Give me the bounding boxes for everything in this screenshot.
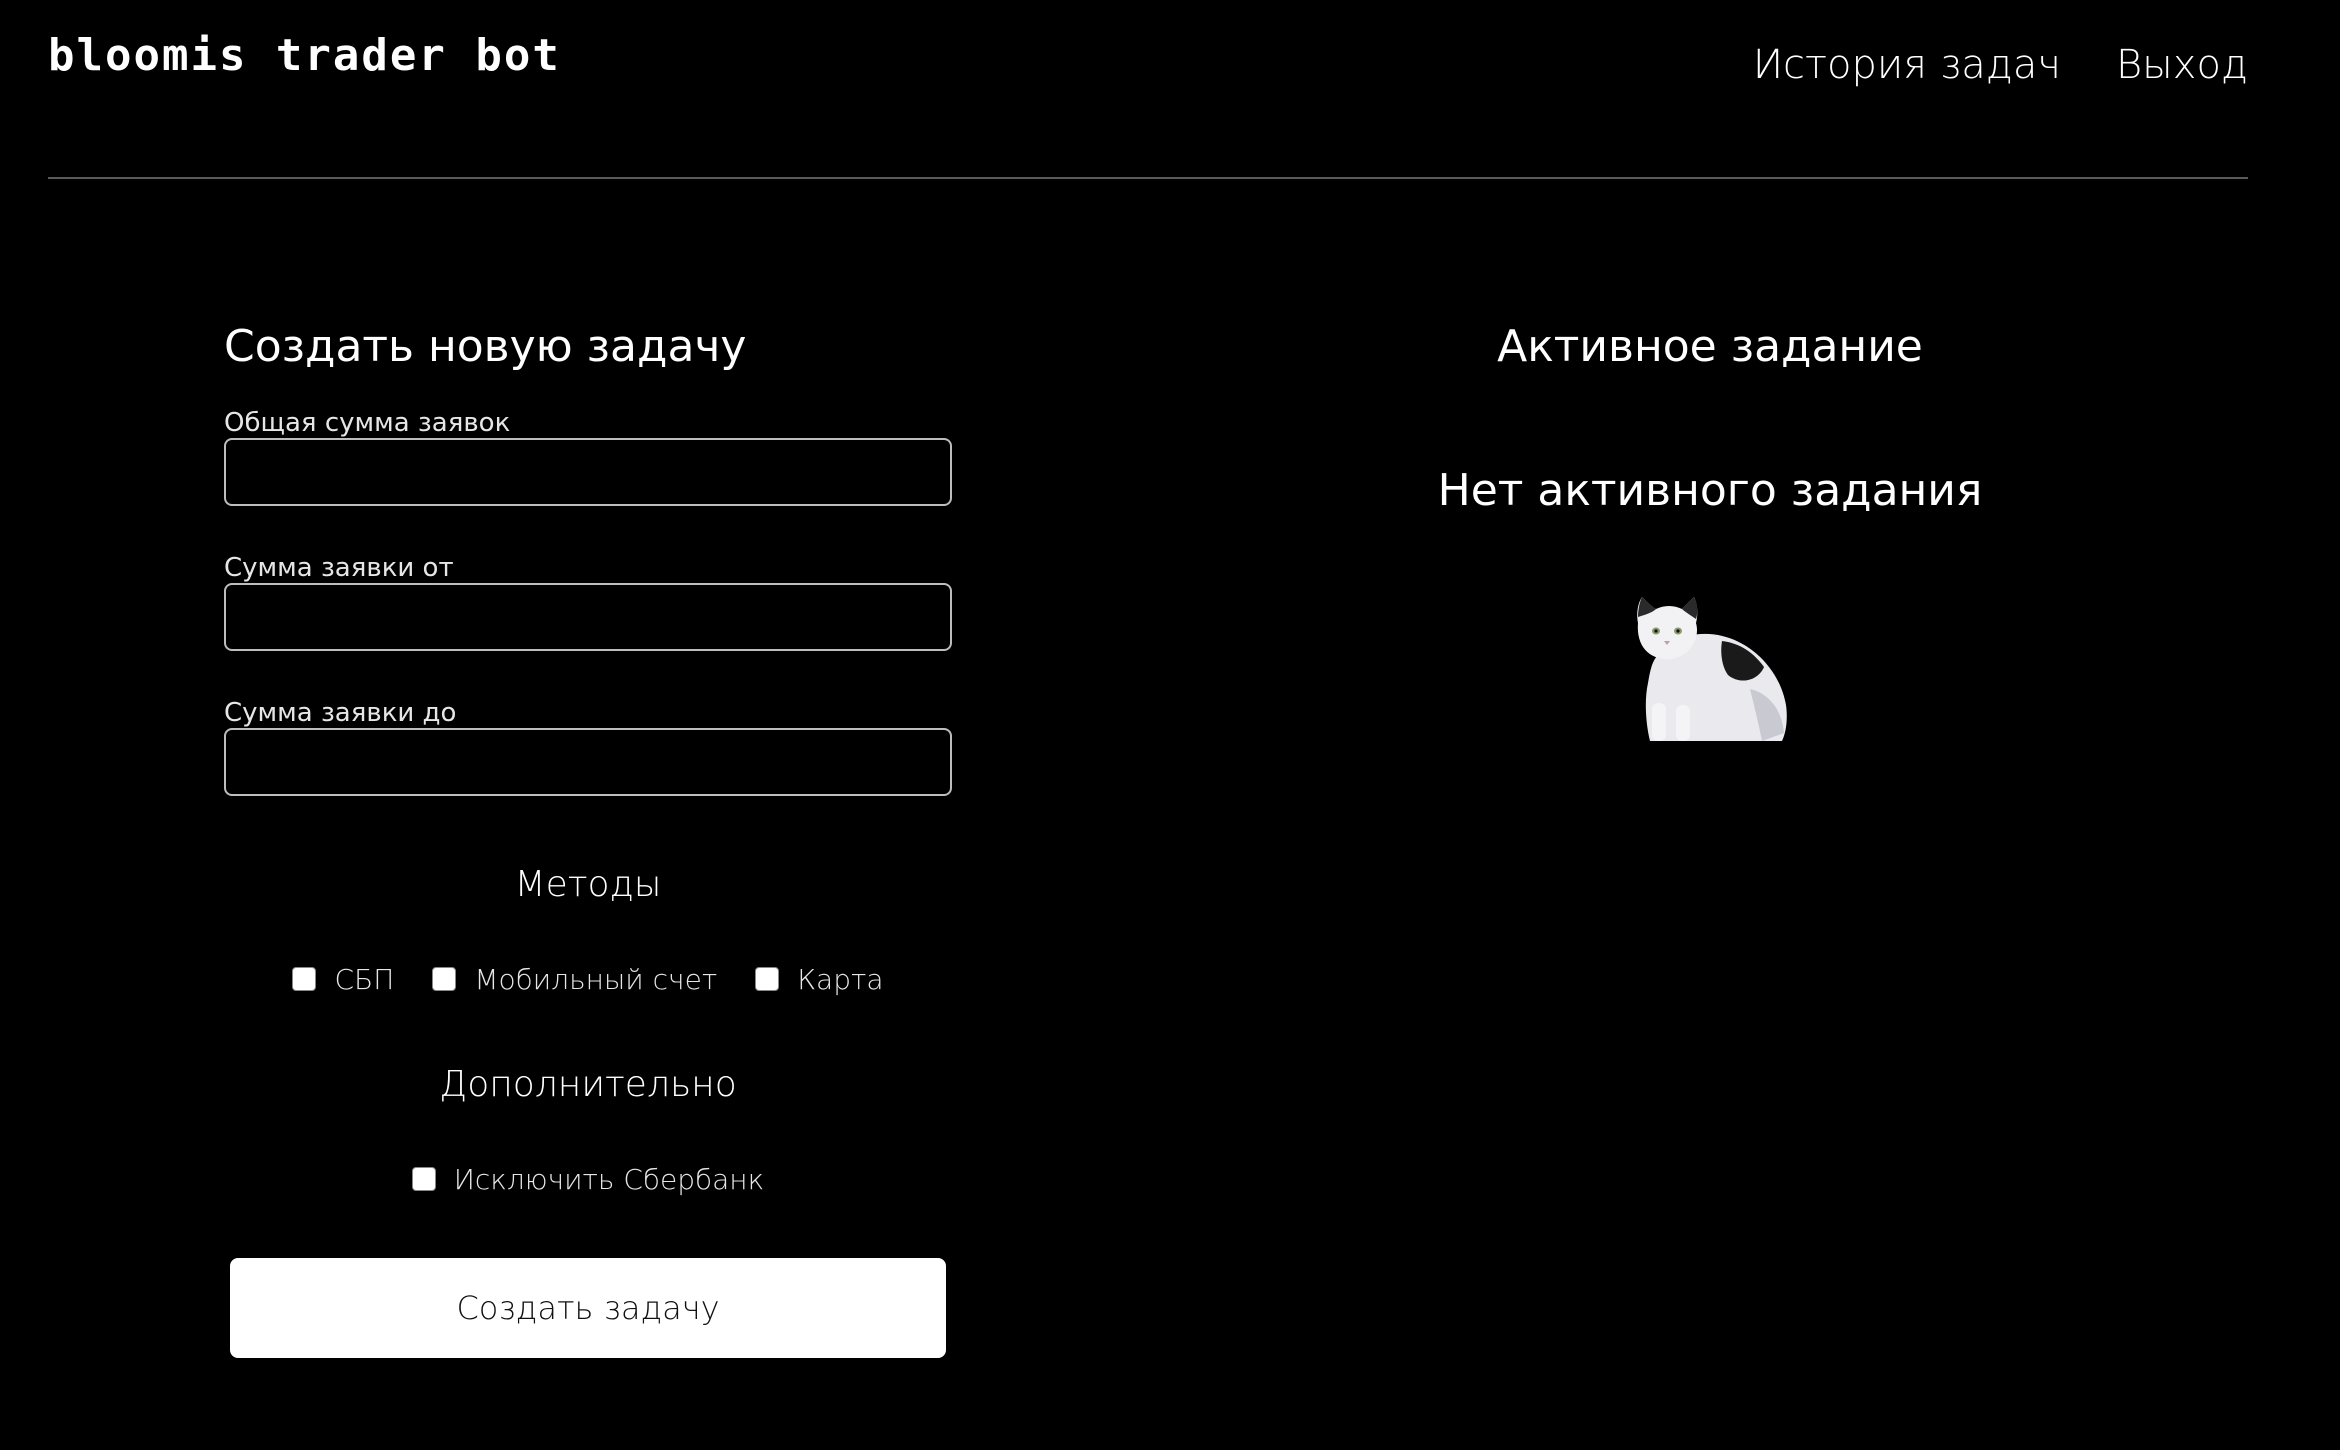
- exclude-sber-label: Исключить Сбербанк: [453, 1162, 765, 1196]
- methods-checkbox-group: СБП Мобильный счет Карта: [224, 954, 952, 1004]
- active-task-title: Активное задание: [1497, 321, 1923, 372]
- total-amount-field: Общая сумма заявок: [224, 408, 952, 506]
- top-nav: История задач Выход: [1753, 42, 2248, 88]
- exclude-sber-checkbox[interactable]: [411, 1167, 436, 1191]
- cat-image: [1637, 597, 1787, 741]
- exclude-sber-option[interactable]: Исключить Сбербанк: [411, 1162, 765, 1196]
- min-amount-field: Сумма заявки от: [224, 553, 952, 651]
- method-mobile-checkbox[interactable]: [432, 967, 457, 991]
- method-card-option[interactable]: Карта: [755, 962, 884, 996]
- min-amount-input[interactable]: [224, 583, 952, 651]
- method-card-label: Карта: [797, 962, 884, 996]
- min-amount-label: Сумма заявки от: [224, 553, 454, 583]
- app-logo: bloomis trader bot: [48, 30, 561, 81]
- header: bloomis trader bot История задач Выход: [48, 0, 2248, 179]
- active-task-panel: Активное задание Нет активного задания: [1320, 315, 2100, 741]
- nav-history-link[interactable]: История задач: [1753, 42, 2061, 88]
- create-task-form: Создать новую задачу Общая сумма заявок …: [224, 315, 952, 1358]
- method-sbp-checkbox[interactable]: [292, 967, 317, 991]
- form-title: Создать новую задачу: [224, 321, 747, 372]
- max-amount-label: Сумма заявки до: [224, 698, 457, 728]
- extra-checkbox-group: Исключить Сбербанк: [224, 1154, 952, 1204]
- create-task-button[interactable]: Создать задачу: [230, 1258, 946, 1358]
- total-amount-label: Общая сумма заявок: [224, 408, 511, 438]
- method-sbp-label: СБП: [334, 962, 395, 996]
- method-sbp-option[interactable]: СБП: [292, 963, 394, 996]
- max-amount-field: Сумма заявки до: [224, 698, 952, 796]
- max-amount-input[interactable]: [224, 728, 952, 796]
- extra-title: Дополнительно: [439, 1064, 737, 1105]
- method-mobile-label: Мобильный счет: [474, 962, 718, 996]
- total-amount-input[interactable]: [224, 438, 952, 506]
- nav-logout-link[interactable]: Выход: [2116, 42, 2248, 88]
- method-mobile-option[interactable]: Мобильный счет: [432, 963, 717, 996]
- methods-title: Методы: [514, 864, 662, 905]
- method-card-checkbox[interactable]: [755, 967, 780, 991]
- no-active-task-text: Нет активного задания: [1437, 465, 1983, 516]
